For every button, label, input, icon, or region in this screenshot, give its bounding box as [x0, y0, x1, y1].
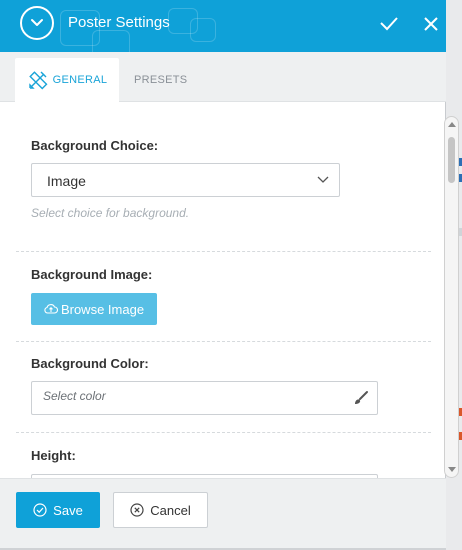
poster-settings-dialog: Poster Settings General — [0, 0, 459, 550]
background-choice-help: Select choice for background. — [31, 206, 190, 220]
cloud-upload-icon — [44, 304, 58, 314]
browse-image-button[interactable]: Browse Image — [31, 293, 157, 325]
background-choice-label: Background Choice: — [31, 138, 159, 153]
collapse-button[interactable] — [20, 6, 54, 40]
background-image-label: Background Image: — [31, 267, 153, 282]
panel-scrollbar[interactable] — [444, 116, 459, 478]
checkmark-icon — [380, 17, 398, 31]
general-settings-panel: Background Choice: Image Select choice f… — [0, 102, 446, 478]
section-divider — [16, 341, 431, 342]
scroll-up-arrow-icon[interactable] — [448, 122, 456, 127]
settings-tabs: General Presets — [0, 52, 446, 102]
dialog-footer: Save Cancel — [0, 478, 446, 550]
cancel-button[interactable]: Cancel — [113, 492, 208, 528]
titlebar-decoration — [190, 18, 216, 42]
chevron-down-icon — [317, 176, 329, 183]
tab-presets-label: Presets — [134, 74, 188, 86]
tab-presets[interactable]: Presets — [134, 58, 187, 102]
close-circle-icon — [130, 503, 144, 517]
cancel-label: Cancel — [150, 502, 191, 518]
browse-image-label: Browse Image — [60, 301, 145, 317]
scrollbar-thumb[interactable] — [448, 137, 455, 183]
tab-general-label: General — [52, 74, 108, 86]
save-button[interactable]: Save — [16, 492, 100, 528]
section-divider — [16, 251, 431, 252]
background-choice-value: Image — [47, 173, 86, 189]
save-label: Save — [53, 502, 83, 518]
chevron-down-icon — [31, 19, 43, 26]
background-choice-select[interactable]: Image — [31, 163, 340, 197]
height-label: Height: — [31, 448, 76, 463]
check-circle-icon — [33, 503, 47, 517]
pencil-ruler-icon — [28, 71, 48, 90]
confirm-button[interactable] — [379, 14, 399, 34]
brush-icon[interactable] — [353, 390, 369, 406]
tab-general[interactable]: General — [15, 58, 119, 102]
background-color-label: Background Color: — [31, 356, 149, 371]
section-divider — [16, 432, 431, 433]
close-icon — [424, 17, 438, 31]
close-button[interactable] — [421, 14, 441, 34]
titlebar-decoration — [92, 30, 130, 52]
background-color-placeholder: Select color — [43, 389, 106, 403]
background-color-picker[interactable]: Select color — [31, 381, 378, 415]
dialog-title: Poster Settings — [68, 14, 170, 31]
scroll-down-arrow-icon[interactable] — [448, 467, 456, 472]
dialog-titlebar: Poster Settings — [0, 0, 446, 52]
